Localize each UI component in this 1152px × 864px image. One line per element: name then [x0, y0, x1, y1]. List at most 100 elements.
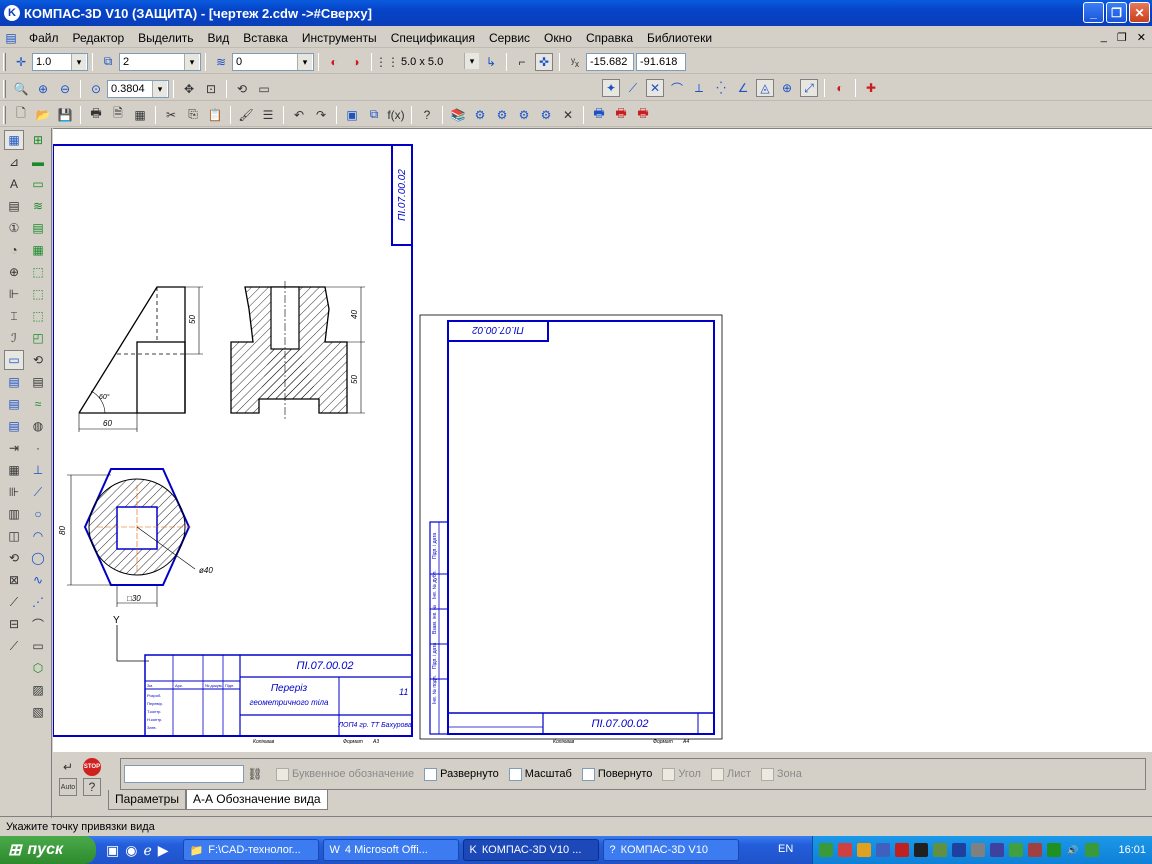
ortho-icon[interactable]: ⌐	[513, 53, 531, 71]
tool-hatch2-icon[interactable]: ▧	[28, 702, 48, 722]
menu-tools[interactable]: Инструменты	[295, 31, 384, 45]
mdi-restore-button[interactable]: ❐	[1117, 31, 1127, 44]
cursor-step-icon[interactable]: ✛	[12, 53, 30, 71]
tool-ellipse-icon[interactable]: ◯	[28, 548, 48, 568]
manager-icon[interactable]: ▣	[343, 106, 361, 124]
tool-fillet-icon[interactable]: ⌒	[28, 614, 48, 634]
coord-icon[interactable]: ✜	[535, 52, 553, 71]
menu-insert[interactable]: Вставка	[236, 31, 295, 45]
paste-icon[interactable]: 📋	[206, 106, 224, 124]
tool-disabled-icon[interactable]: ◍	[28, 416, 48, 436]
tool-rect-icon[interactable]: ▭	[28, 636, 48, 656]
panel-e-icon[interactable]: ◫	[4, 526, 24, 546]
grid-icon[interactable]: ⋮⋮	[375, 53, 399, 71]
volume-icon[interactable]: 🔊	[1066, 843, 1080, 857]
save-icon[interactable]: 💾	[56, 106, 74, 124]
axes-icon[interactable]: ↳	[482, 53, 500, 71]
refresh-icon[interactable]: ⟲	[233, 80, 251, 98]
edit-panel-icon[interactable]: ▤	[4, 196, 24, 216]
tab-view-designation[interactable]: А-А Обозначение вида	[185, 790, 328, 810]
help-icon[interactable]: ?	[418, 106, 436, 124]
tool-view6-icon[interactable]: ⬚	[28, 284, 48, 304]
panel-g-icon[interactable]: ⊠	[4, 570, 24, 590]
task-kompas-active[interactable]: K КОМПАС-3D V10 ...	[462, 839, 599, 861]
drawing-canvas[interactable]: ПI.07.00.02 50 60 60° 40 50 80 ø40 □30 Y	[53, 128, 1152, 752]
mdi-minimize-button[interactable]: _	[1101, 31, 1107, 44]
menu-edit[interactable]: Редактор	[66, 31, 132, 45]
snap-magnet-icon[interactable]: ◐	[831, 79, 849, 97]
menu-libraries[interactable]: Библиотеки	[640, 31, 719, 45]
media-icon[interactable]: ▶	[158, 842, 169, 859]
task-kompas-help[interactable]: ? КОМПАС-3D V10	[602, 839, 739, 861]
tool-wave-icon[interactable]: ≈	[28, 394, 48, 414]
show-all-icon[interactable]: ⊡	[202, 80, 220, 98]
grid-select[interactable]: 5.0 x 5.0	[398, 52, 480, 71]
tray-icon-9[interactable]	[971, 843, 985, 857]
snap-point-icon[interactable]: ⤢	[800, 79, 818, 97]
create-object-icon[interactable]: ↵	[59, 758, 77, 776]
zoom-out-icon[interactable]: ⊖	[56, 80, 74, 98]
tray-icon-2[interactable]	[838, 843, 852, 857]
layer-select[interactable]: 2	[119, 52, 201, 71]
tool-line-icon[interactable]: ⊥	[28, 460, 48, 480]
step-select[interactable]: 1.0	[32, 52, 88, 71]
zone-checkbox[interactable]: Зона	[760, 767, 802, 781]
print-icon[interactable]: 🖶	[87, 106, 105, 124]
menu-service[interactable]: Сервис	[482, 31, 537, 45]
variables-icon[interactable]: f(x)	[387, 106, 405, 124]
language-indicator[interactable]: EN	[778, 843, 793, 855]
help-button[interactable]: ?	[83, 778, 101, 796]
panel-b-icon[interactable]: ▦	[4, 460, 24, 480]
tool-view4-icon[interactable]: ▦	[28, 240, 48, 260]
properties-icon[interactable]: ☰	[259, 106, 277, 124]
assoc-panel-icon[interactable]: ⊩	[4, 284, 24, 304]
snap-center-icon[interactable]: ⊕	[778, 79, 796, 97]
designation-panel-icon[interactable]: A	[4, 174, 24, 194]
tray-icon-11[interactable]	[1009, 843, 1023, 857]
snap-grid-icon[interactable]: ⁛	[712, 79, 730, 97]
snap-line-icon[interactable]: ⟋	[624, 79, 642, 97]
view-name-field[interactable]	[124, 765, 244, 783]
magnet-local-icon[interactable]: ◑	[347, 53, 365, 71]
geometry-panel-icon[interactable]: ▦	[4, 130, 24, 150]
select-panel-icon[interactable]: ⊕	[4, 262, 24, 282]
snap-angle-icon[interactable]: ∠	[734, 79, 752, 97]
tray-icon-6[interactable]	[914, 843, 928, 857]
library-icon[interactable]: 📚	[449, 106, 467, 124]
library2-icon[interactable]: ⚙	[471, 106, 489, 124]
style-select[interactable]: 0	[232, 52, 314, 71]
chain-icon[interactable]: ⛓	[246, 765, 264, 783]
dimension-panel-icon[interactable]: ⊿	[4, 152, 24, 172]
scale-checkbox[interactable]: Масштаб	[508, 767, 572, 781]
print-preview-icon[interactable]: ▦	[131, 106, 149, 124]
measure-panel-icon[interactable]: ◔	[4, 240, 24, 260]
zoom-select[interactable]: 0.3804	[107, 79, 169, 98]
tray-icon-13[interactable]	[1047, 843, 1061, 857]
new-file-icon[interactable]: 🗋	[12, 106, 30, 124]
tray-icon-10[interactable]	[990, 843, 1004, 857]
pan-icon[interactable]: ✥	[180, 80, 198, 98]
tool-view3-icon[interactable]: ▤	[28, 218, 48, 238]
auto-button[interactable]: Auto	[59, 778, 77, 796]
tool-view7-icon[interactable]: ⬚	[28, 306, 48, 326]
angle-checkbox[interactable]: Угол	[662, 767, 701, 781]
rotated2-checkbox[interactable]: Повернуто	[581, 767, 652, 781]
task-office[interactable]: W4 Microsoft Offi...	[322, 839, 459, 861]
tray-icon-8[interactable]	[952, 843, 966, 857]
coord-x-field[interactable]: -15.682	[586, 52, 634, 71]
tool-spline-icon[interactable]: ∿	[28, 570, 48, 590]
tool-list-icon[interactable]: ▤	[28, 372, 48, 392]
views-panel-icon[interactable]: ▭	[4, 350, 24, 370]
tool-view-icon[interactable]: ▬	[28, 152, 48, 172]
tool-hatch-icon[interactable]: ▨	[28, 680, 48, 700]
layer-icon[interactable]: ⧉	[99, 53, 117, 71]
tray-icon-7[interactable]	[933, 843, 947, 857]
menu-select[interactable]: Выделить	[131, 31, 200, 45]
tray-icon-12[interactable]	[1028, 843, 1042, 857]
menu-view[interactable]: Вид	[201, 31, 237, 45]
library4-icon[interactable]: ⚙	[515, 106, 533, 124]
tool-dot-icon[interactable]: ·	[28, 438, 48, 458]
tab-params[interactable]: Параметры	[108, 790, 186, 810]
format-brush-icon[interactable]: 🖌	[237, 106, 255, 124]
print-layout-icon[interactable]: 🖶	[590, 106, 608, 124]
